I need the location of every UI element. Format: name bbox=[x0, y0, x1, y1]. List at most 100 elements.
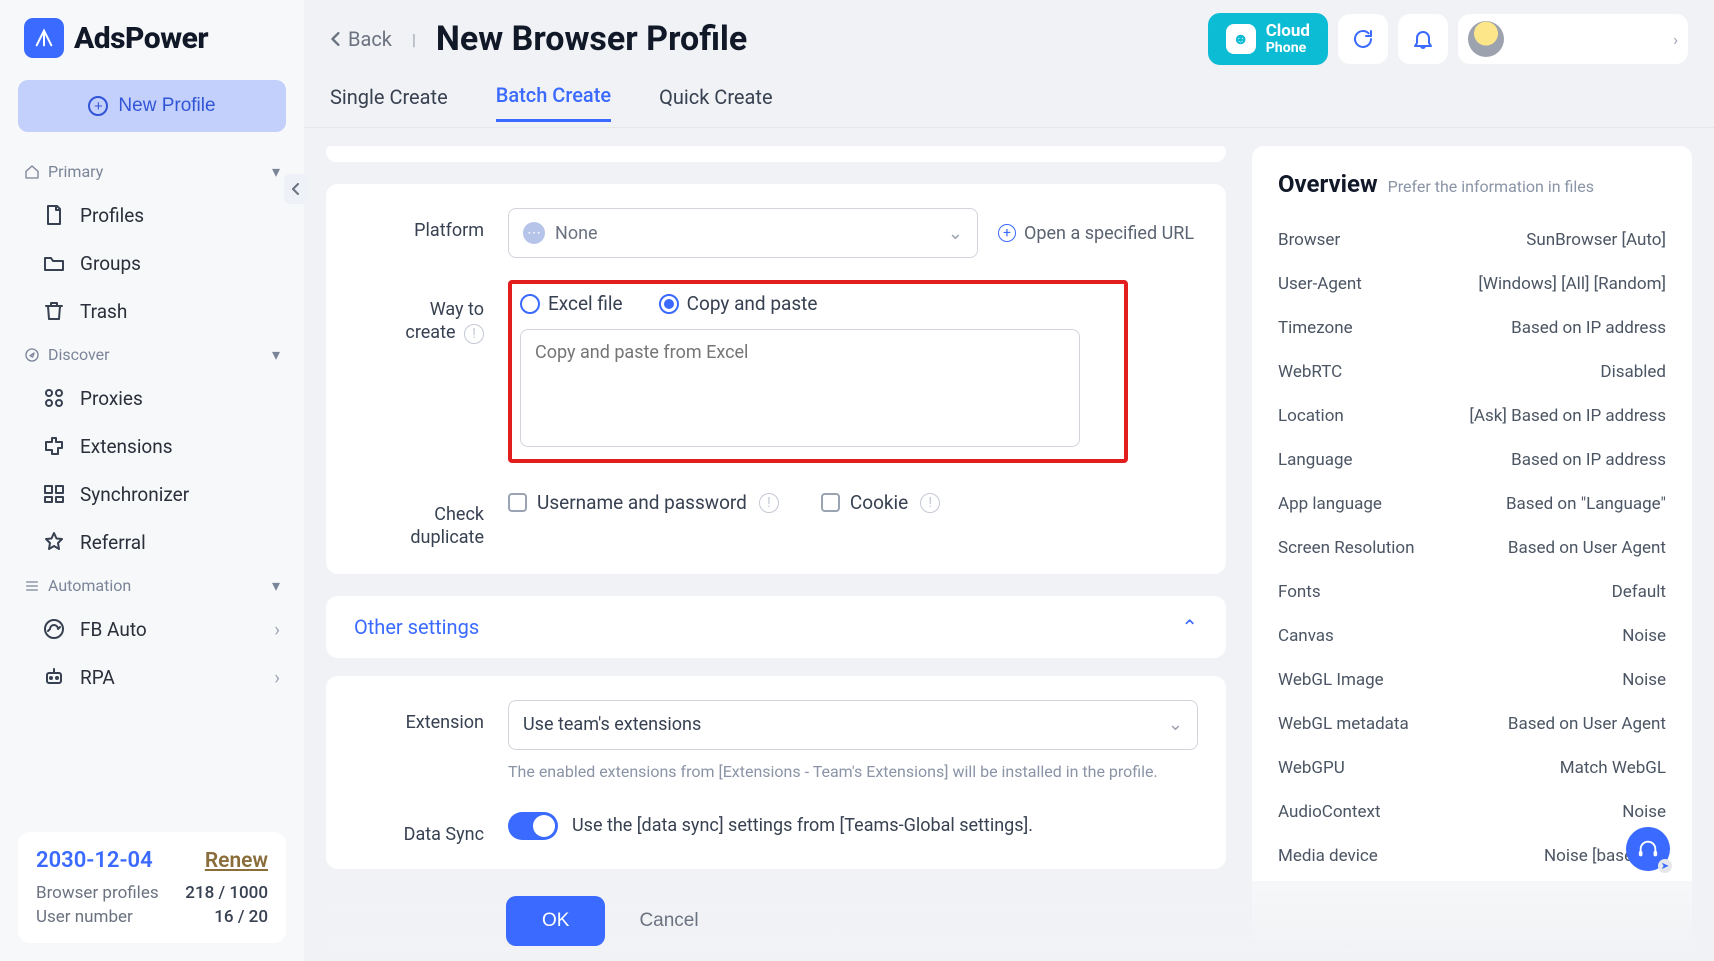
extensions-icon bbox=[42, 434, 66, 458]
sidebar: AdsPower + New Profile Primary ▾ Profile… bbox=[0, 0, 304, 961]
form-card-main: Platform ⋯ None ⌄ + Open a specified URL bbox=[326, 184, 1226, 574]
chevron-down-icon: ▾ bbox=[272, 345, 280, 364]
chevron-up-icon: ⌃ bbox=[1181, 615, 1198, 639]
overview-value: Based on User Agent bbox=[1508, 714, 1666, 734]
overview-key: Timezone bbox=[1278, 318, 1353, 338]
chevron-down-icon: ⌄ bbox=[1168, 714, 1183, 735]
sidebar-item-fb-auto[interactable]: FB Auto › bbox=[18, 605, 286, 653]
new-profile-label: New Profile bbox=[118, 95, 215, 117]
overview-subtitle: Prefer the information in files bbox=[1388, 177, 1594, 196]
overview-key: WebRTC bbox=[1278, 362, 1342, 382]
overview-value: Disabled bbox=[1600, 362, 1666, 382]
overview-row: AudioContext Noise bbox=[1278, 790, 1666, 834]
extension-select[interactable]: Use team's extensions ⌄ bbox=[508, 700, 1198, 750]
overview-row: WebGPUMatch WebGL bbox=[1278, 746, 1666, 790]
file-icon bbox=[42, 203, 66, 227]
overview-value: SunBrowser [Auto] bbox=[1526, 230, 1666, 250]
radio-excel-file[interactable]: Excel file bbox=[520, 292, 623, 315]
trash-icon bbox=[42, 299, 66, 323]
support-fab[interactable]: ➤ bbox=[1626, 827, 1670, 871]
new-profile-button[interactable]: + New Profile bbox=[18, 80, 286, 132]
back-button[interactable]: Back bbox=[330, 27, 392, 51]
account-menu[interactable]: › bbox=[1458, 14, 1688, 64]
overview-row: App languageBased on "Language" bbox=[1278, 482, 1666, 526]
overview-value: [Windows] [All] [Random] bbox=[1478, 274, 1666, 294]
overview-row: CanvasNoise bbox=[1278, 614, 1666, 658]
checkbox-empty-icon bbox=[821, 493, 840, 512]
plus-circle-icon: + bbox=[88, 96, 108, 116]
tab-single-create[interactable]: Single Create bbox=[330, 85, 448, 121]
sidebar-item-referral[interactable]: Referral bbox=[18, 518, 286, 566]
platform-chip-icon: ⋯ bbox=[523, 222, 545, 244]
subscription-date: 2030-12-04 bbox=[36, 848, 153, 873]
logo[interactable]: AdsPower bbox=[18, 18, 286, 58]
overview-value: Default bbox=[1612, 582, 1666, 602]
overview-key: Fonts bbox=[1278, 582, 1321, 602]
extension-hint: The enabled extensions from [Extensions … bbox=[508, 760, 1198, 784]
chevron-right-icon: › bbox=[274, 666, 280, 689]
nav-group-automation[interactable]: Automation ▾ bbox=[18, 566, 286, 605]
platform-select[interactable]: ⋯ None ⌄ bbox=[508, 208, 978, 258]
paste-textarea[interactable] bbox=[520, 329, 1080, 447]
nav-group-primary[interactable]: Primary ▾ bbox=[18, 152, 286, 191]
sidebar-item-proxies[interactable]: Proxies bbox=[18, 374, 286, 422]
help-icon[interactable]: ! bbox=[759, 493, 779, 513]
sidebar-item-synchronizer[interactable]: Synchronizer bbox=[18, 470, 286, 518]
notifications-button[interactable] bbox=[1398, 14, 1448, 64]
field-label-extension: Extension bbox=[354, 700, 484, 733]
checkbox-username-password[interactable]: Username and password ! bbox=[508, 491, 779, 514]
tabs: Single Create Batch Create Quick Create bbox=[304, 78, 1714, 128]
proxies-icon bbox=[42, 386, 66, 410]
field-label-data-sync: Data Sync bbox=[354, 812, 484, 845]
sidebar-item-trash[interactable]: Trash bbox=[18, 287, 286, 335]
open-specified-url-link[interactable]: + Open a specified URL bbox=[998, 223, 1194, 244]
field-label-way-to-create: Way tocreate ! bbox=[354, 286, 484, 345]
chevron-right-icon: › bbox=[274, 618, 280, 641]
overview-row: Browser SunBrowser [Auto] bbox=[1278, 218, 1666, 262]
help-icon[interactable]: ! bbox=[464, 324, 484, 344]
chevron-down-icon: ▾ bbox=[272, 576, 280, 595]
nav-group-discover[interactable]: Discover ▾ bbox=[18, 335, 286, 374]
rpa-icon bbox=[42, 665, 66, 689]
star-icon bbox=[42, 530, 66, 554]
cloud-phone-button[interactable]: ☻ CloudPhone bbox=[1208, 13, 1328, 65]
field-label-check-duplicate: Checkduplicate bbox=[354, 491, 484, 550]
folder-icon bbox=[42, 251, 66, 275]
overview-key: Media device bbox=[1278, 846, 1378, 866]
brand-name: AdsPower bbox=[74, 21, 208, 56]
fab-badge-icon: ➤ bbox=[1658, 859, 1672, 873]
overview-title: Overview bbox=[1278, 170, 1378, 198]
radio-unchecked-icon bbox=[520, 294, 540, 314]
sidebar-item-extensions[interactable]: Extensions bbox=[18, 422, 286, 470]
sidebar-item-rpa[interactable]: RPA › bbox=[18, 653, 286, 701]
chevron-down-icon: ⌄ bbox=[948, 223, 963, 244]
cancel-button[interactable]: Cancel bbox=[623, 910, 714, 932]
tab-batch-create[interactable]: Batch Create bbox=[496, 83, 611, 122]
sidebar-item-groups[interactable]: Groups bbox=[18, 239, 286, 287]
overview-key: App language bbox=[1278, 494, 1382, 514]
overview-key: Location bbox=[1278, 406, 1344, 426]
section-other-settings[interactable]: Other settings ⌃ bbox=[326, 596, 1226, 658]
tab-quick-create[interactable]: Quick Create bbox=[659, 85, 772, 121]
radio-copy-paste[interactable]: Copy and paste bbox=[659, 292, 818, 315]
synchronizer-icon bbox=[42, 482, 66, 506]
radio-checked-icon bbox=[659, 294, 679, 314]
sidebar-item-profiles[interactable]: Profiles bbox=[18, 191, 286, 239]
overview-value: Based on IP address bbox=[1511, 450, 1666, 470]
sync-button[interactable] bbox=[1338, 14, 1388, 64]
overview-key: WebGL metadata bbox=[1278, 714, 1409, 734]
overview-key: Browser bbox=[1278, 230, 1340, 250]
user-number-value: 16 / 20 bbox=[214, 907, 268, 927]
overview-value: Noise bbox=[1622, 802, 1666, 822]
data-sync-toggle[interactable] bbox=[508, 812, 558, 840]
checkbox-cookie[interactable]: Cookie ! bbox=[821, 491, 940, 514]
renew-link[interactable]: Renew bbox=[205, 849, 268, 873]
help-icon[interactable]: ! bbox=[920, 493, 940, 513]
cloud-phone-icon: ☻ bbox=[1226, 24, 1256, 54]
overview-row: Location[Ask] Based on IP address bbox=[1278, 394, 1666, 438]
data-sync-text: Use the [data sync] settings from [Teams… bbox=[572, 815, 1033, 836]
overview-key: AudioContext bbox=[1278, 802, 1381, 822]
overview-row: Fonts Default bbox=[1278, 570, 1666, 614]
logo-mark-icon bbox=[24, 18, 64, 58]
ok-button[interactable]: OK bbox=[506, 896, 605, 946]
